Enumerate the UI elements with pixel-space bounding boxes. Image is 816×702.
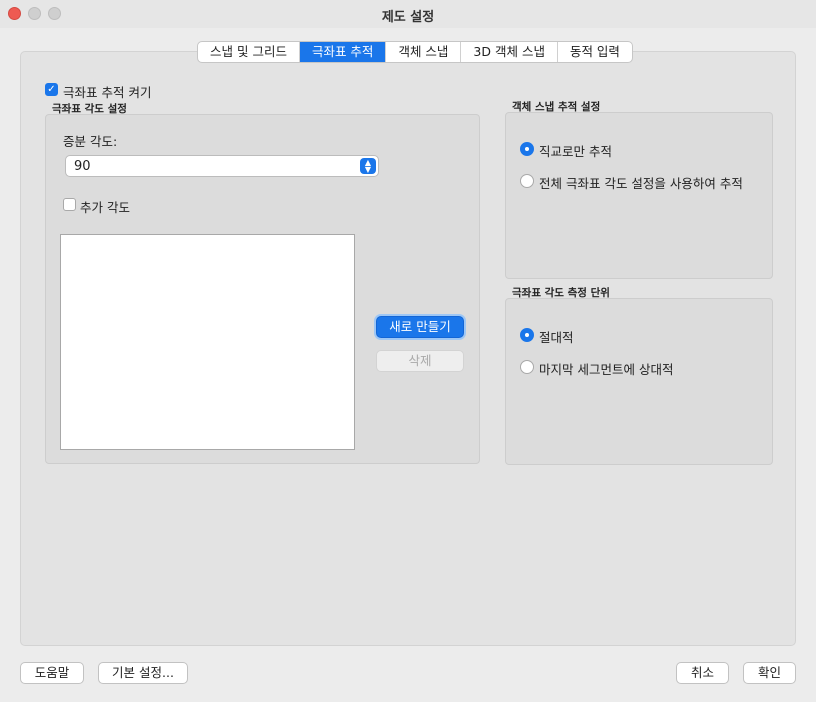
defaults-button[interactable]: 기본 설정... (98, 662, 188, 684)
additional-angles-checkbox[interactable] (63, 198, 76, 211)
polar-tracking-on-checkbox[interactable]: ✓ (45, 83, 58, 96)
tab-object-snap[interactable]: 객체 스냅 (386, 42, 462, 62)
polar-tracking-on-label: 극좌표 추적 켜기 (63, 85, 152, 100)
title-bar: 제도 설정 (0, 0, 816, 28)
orthogonal-only-label: 직교로만 추적 (539, 144, 612, 159)
help-button[interactable]: 도움말 (20, 662, 84, 684)
new-angle-button[interactable]: 새로 만들기 (376, 316, 464, 338)
absolute-radio[interactable] (520, 328, 534, 342)
window-title: 제도 설정 (381, 10, 435, 25)
all-polar-angles-label: 전체 극좌표 각도 설정을 사용하여 추적 (539, 176, 743, 191)
relative-to-last-segment-label: 마지막 세그먼트에 상대적 (539, 362, 674, 377)
tab-snap-grid[interactable]: 스냅 및 그리드 (198, 42, 300, 62)
tab-dynamic-input[interactable]: 동적 입력 (558, 42, 632, 62)
all-polar-angles-radio[interactable] (520, 174, 534, 188)
relative-to-last-segment-radio[interactable] (520, 360, 534, 374)
increment-angle-label: 증분 각도: (63, 134, 118, 149)
osnap-tracking-settings-group (505, 112, 773, 279)
tab-bar: 스냅 및 그리드 극좌표 추적 객체 스냅 3D 객체 스냅 동적 입력 (197, 41, 633, 63)
delete-angle-button[interactable]: 삭제 (376, 350, 464, 372)
additional-angles-label: 추가 각도 (80, 200, 130, 215)
cancel-button[interactable]: 취소 (676, 662, 729, 684)
polar-angle-measurement-group (505, 298, 773, 465)
orthogonal-only-radio[interactable] (520, 142, 534, 156)
chevron-up-down-icon: ▲ ▼ (360, 158, 376, 174)
tab-polar-tracking[interactable]: 극좌표 추적 (299, 42, 387, 62)
ok-button[interactable]: 확인 (743, 662, 796, 684)
absolute-label: 절대적 (539, 330, 574, 345)
increment-angle-select[interactable]: 90 ▲ ▼ (65, 155, 379, 177)
tab-3d-object-snap[interactable]: 3D 객체 스냅 (461, 42, 558, 62)
increment-angle-value: 90 (74, 159, 91, 174)
additional-angles-list[interactable] (60, 234, 355, 450)
